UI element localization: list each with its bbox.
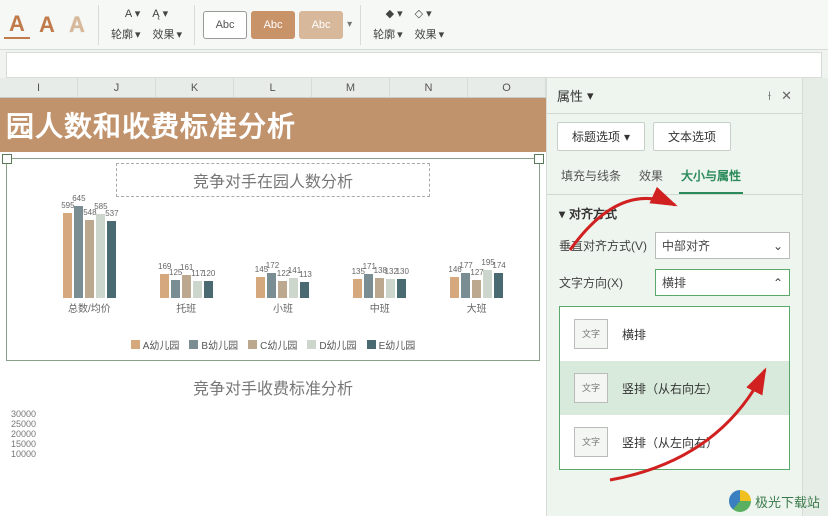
panel-top-tabs: 标题选项▾ 文本选项 xyxy=(547,114,802,159)
text-direction-dropdown: 文字 横排 文字 竖排（从右向左） 文字 竖排（从左向右） xyxy=(559,306,790,470)
shape-style-3[interactable]: Abc xyxy=(299,11,343,39)
sheet-area: I J K L M N O 园人数和收费标准分析 竞争对手在园人数分析 5956… xyxy=(0,78,547,516)
column-headers: I J K L M N O xyxy=(0,78,546,98)
tab-title-options[interactable]: 标题选项▾ xyxy=(557,122,645,151)
shape-styles: Abc Abc Abc ▾ xyxy=(203,11,352,39)
vertical-rtl-icon: 文字 xyxy=(574,373,608,403)
chart-1-plot: 595645548585537总数/均价169125161117120托班145… xyxy=(11,203,535,333)
option-vertical-rtl[interactable]: 文字 竖排（从右向左） xyxy=(560,361,789,415)
text-direction-select[interactable]: 横排⌃ xyxy=(655,269,790,296)
col-header[interactable]: O xyxy=(468,78,546,97)
effects-button[interactable]: 效果 ▾ xyxy=(149,24,187,44)
watermark: 极光下载站 xyxy=(729,490,820,512)
pin-icon[interactable]: ⟊ xyxy=(768,88,771,104)
more-styles[interactable]: ▾ xyxy=(347,19,352,30)
tab-size-properties[interactable]: 大小与属性 xyxy=(679,159,743,194)
shape-effects-group: ◆ ▾ ◇ ▾ 轮廓 ▾ 效果 ▾ xyxy=(369,5,448,44)
chevron-down-icon: ⌄ xyxy=(773,239,783,253)
shape-style-1[interactable]: Abc xyxy=(203,11,247,39)
main-area: I J K L M N O 园人数和收费标准分析 竞争对手在园人数分析 5956… xyxy=(0,78,828,516)
align-section: ▾ 对齐方式 垂直对齐方式(V) 中部对齐⌄ 文字方向(X) 横排⌃ xyxy=(547,195,802,306)
outline-button[interactable]: 轮廓 ▾ xyxy=(107,24,145,44)
banner-title: 园人数和收费标准分析 xyxy=(0,98,546,152)
chart-2-yaxis: 3000025000200001500010000 xyxy=(10,409,38,451)
horizontal-icon: 文字 xyxy=(574,319,608,349)
close-icon[interactable]: ✕ xyxy=(781,88,792,104)
text-highlight-button[interactable]: Ą ▾ xyxy=(148,5,172,22)
col-header[interactable]: K xyxy=(156,78,234,97)
wordart-style-3[interactable]: A xyxy=(64,12,90,38)
tab-effects[interactable]: 效果 xyxy=(637,159,665,194)
chart-2-plot: 3000025000200001500010000 xyxy=(10,409,536,469)
separator xyxy=(194,5,195,45)
shape-fill-button[interactable]: ◆ ▾ xyxy=(382,5,407,22)
chevron-up-icon: ⌃ xyxy=(773,276,783,290)
section-title-align: 对齐方式 xyxy=(569,205,617,222)
sidebar-extra xyxy=(802,78,828,516)
chart-2[interactable]: 竞争对手收费标准分析 3000025000200001500010000 xyxy=(6,367,540,473)
chevron-down-icon: ▾ xyxy=(624,130,630,144)
chart-1[interactable]: 竞争对手在园人数分析 595645548585537总数/均价169125161… xyxy=(6,158,540,361)
shape-preset-button[interactable]: ◇ ▾ xyxy=(411,5,436,22)
col-header[interactable]: L xyxy=(234,78,312,97)
vert-align-select[interactable]: 中部对齐⌄ xyxy=(655,232,790,259)
text-fill-group: A ▾ Ą ▾ 轮廓 ▾ 效果 ▾ xyxy=(107,5,186,44)
chart-2-title: 竞争对手收费标准分析 xyxy=(115,371,431,403)
wordart-style-1[interactable]: A xyxy=(4,11,30,39)
ribbon: A A A A ▾ Ą ▾ 轮廓 ▾ 效果 ▾ Abc Abc Abc ▾ ◆ … xyxy=(0,0,828,50)
col-header[interactable]: J xyxy=(78,78,156,97)
shape-effects-button[interactable]: 效果 ▾ xyxy=(411,24,449,44)
panel-header: 属性▾ ⟊ ✕ xyxy=(547,78,802,114)
text-fill-button[interactable]: A ▾ xyxy=(121,5,144,22)
formula-bar[interactable] xyxy=(6,52,822,78)
watermark-logo xyxy=(729,490,751,512)
separator xyxy=(360,5,361,45)
wordart-styles: A A A xyxy=(4,11,90,39)
panel-sub-tabs: 填充与线条 效果 大小与属性 xyxy=(547,159,802,195)
chart-1-legend: A幼儿园B幼儿园C幼儿园D幼儿园E幼儿园 xyxy=(11,333,535,356)
shape-outline-button[interactable]: 轮廓 ▾ xyxy=(369,24,407,44)
col-header[interactable]: M xyxy=(312,78,390,97)
wordart-style-2[interactable]: A xyxy=(34,12,60,38)
collapse-icon[interactable]: ▾ xyxy=(559,207,565,221)
tab-fill-line[interactable]: 填充与线条 xyxy=(559,159,623,194)
vert-align-label: 垂直对齐方式(V) xyxy=(559,237,649,254)
properties-panel: 属性▾ ⟊ ✕ 标题选项▾ 文本选项 填充与线条 效果 大小与属性 ▾对齐方式 … xyxy=(547,78,802,516)
shape-style-2[interactable]: Abc xyxy=(251,11,295,39)
separator xyxy=(98,5,99,45)
col-header[interactable]: N xyxy=(390,78,468,97)
col-header[interactable]: I xyxy=(0,78,78,97)
option-vertical-ltr[interactable]: 文字 竖排（从左向右） xyxy=(560,415,789,469)
text-dir-label: 文字方向(X) xyxy=(559,274,649,291)
panel-title: 属性 xyxy=(557,86,583,105)
option-horizontal[interactable]: 文字 横排 xyxy=(560,307,789,361)
chevron-down-icon[interactable]: ▾ xyxy=(587,88,594,104)
chart-1-title[interactable]: 竞争对手在园人数分析 xyxy=(116,163,430,197)
tab-text-options[interactable]: 文本选项 xyxy=(653,122,731,151)
vertical-ltr-icon: 文字 xyxy=(574,427,608,457)
